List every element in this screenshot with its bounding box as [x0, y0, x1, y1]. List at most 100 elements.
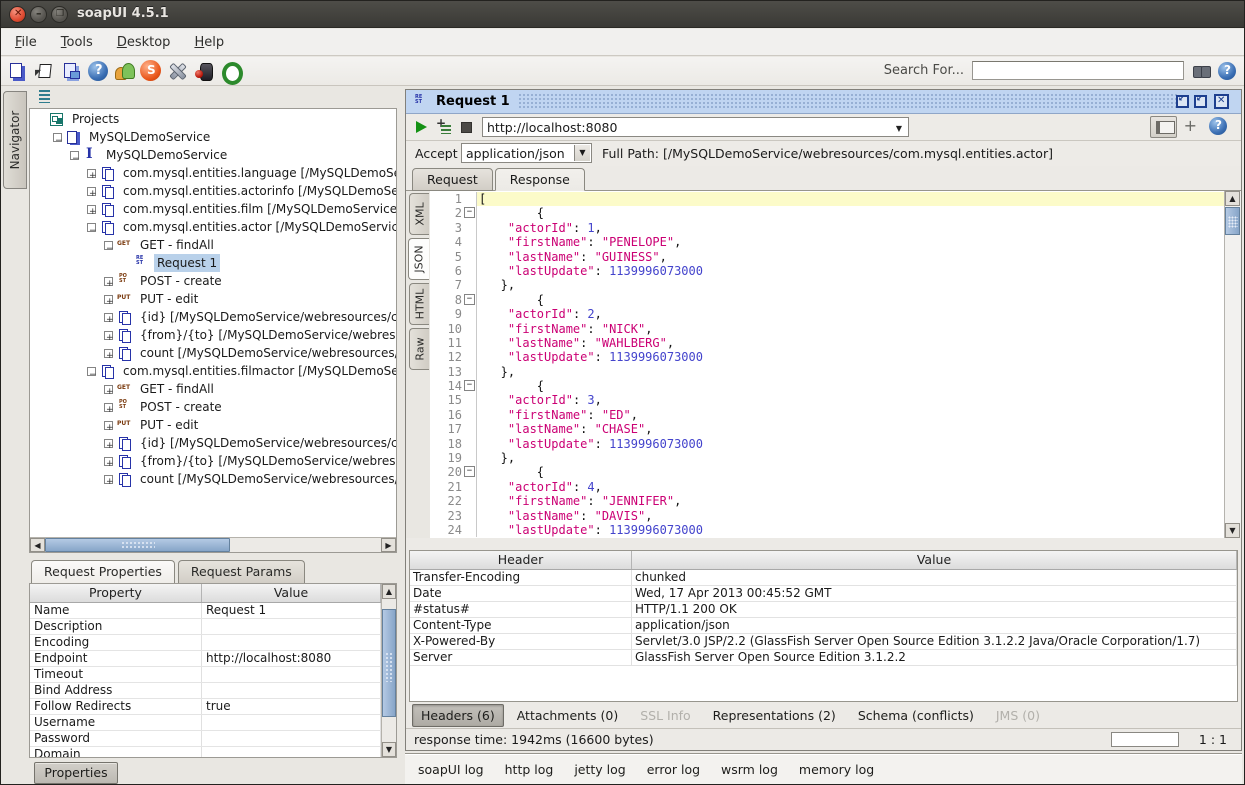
table-row[interactable]: Description [30, 619, 381, 635]
scroll-down-icon[interactable]: ▼ [382, 742, 396, 757]
table-row[interactable]: Password [30, 731, 381, 747]
tab-response[interactable]: Response [495, 168, 585, 191]
table-row[interactable]: Encoding [30, 635, 381, 651]
tab-request-properties[interactable]: Request Properties [31, 560, 175, 583]
accept-combobox[interactable]: application/json ▼ [461, 143, 592, 163]
code-line[interactable]: 12 "lastUpdate": 1139996073000 [430, 350, 1224, 364]
submit-request-icon[interactable] [416, 121, 427, 133]
soapui-icon[interactable] [140, 60, 161, 81]
tree-row[interactable]: com.mysql.entities.language [/MySQLDemoS… [30, 164, 396, 182]
help-icon[interactable] [1209, 117, 1227, 135]
view-tab-json[interactable]: JSON [408, 238, 429, 280]
code-line[interactable]: 4 "firstName": "PENELOPE", [430, 235, 1224, 249]
navigator-tab[interactable]: Navigator [3, 91, 27, 189]
table-row[interactable]: DateWed, 17 Apr 2013 00:45:52 GMT [410, 586, 1237, 602]
collapse-icon[interactable] [87, 223, 96, 232]
tree-row[interactable]: MySQLDemoService [30, 128, 396, 146]
tree-node-label[interactable]: {id} [/MySQLDemoService/webresources/co [137, 308, 396, 326]
chevron-down-icon[interactable]: ▼ [574, 145, 590, 161]
code-line[interactable]: 18 "lastUpdate": 1139996073000 [430, 437, 1224, 451]
view-tab-xml[interactable]: XML [409, 193, 429, 235]
help-icon[interactable] [88, 61, 108, 81]
tab-attachments-0-[interactable]: Attachments (0) [508, 704, 627, 727]
tree-node-label[interactable]: Request 1 [154, 254, 220, 272]
tree-row[interactable]: com.mysql.entities.actorinfo [/MySQLDemo… [30, 182, 396, 200]
scroll-left-icon[interactable]: ◀ [30, 538, 45, 552]
tree-node-label[interactable]: com.mysql.entities.language [/MySQLDemoS… [120, 164, 396, 182]
code-line[interactable]: 14 { [430, 379, 1224, 393]
log-tab-memory-log[interactable]: memory log [799, 762, 874, 777]
tab-representations-2-[interactable]: Representations (2) [704, 704, 845, 727]
scrollbar-thumb[interactable] [1225, 207, 1240, 235]
code-line[interactable]: 11 "lastName": "WAHLBERG", [430, 336, 1224, 350]
table-row[interactable]: Content-Typeapplication/json [410, 618, 1237, 634]
code-line[interactable]: 13 }, [430, 365, 1224, 379]
code-line[interactable]: 17 "lastName": "CHASE", [430, 422, 1224, 436]
maximize-button[interactable] [51, 6, 68, 23]
expand-icon[interactable] [104, 295, 113, 304]
view-tab-html[interactable]: HTML [409, 283, 429, 325]
table-row[interactable]: Follow Redirectstrue [30, 699, 381, 715]
scrollbar-thumb[interactable] [45, 538, 230, 552]
properties-vertical-scrollbar[interactable]: ▲ ▼ [381, 584, 396, 757]
splitter[interactable] [406, 538, 1241, 550]
expand-icon[interactable] [104, 331, 113, 340]
log-tab-http-log[interactable]: http log [505, 762, 554, 777]
table-row[interactable]: NameRequest 1 [30, 603, 381, 619]
forum-icon[interactable] [113, 60, 135, 82]
endpoint-combobox[interactable]: http://localhost:8080 ▼ [482, 117, 909, 137]
code-line[interactable]: 1[ [430, 192, 1224, 206]
editor-vertical-scrollbar[interactable]: ▲ ▼ [1224, 191, 1241, 538]
tree-row[interactable]: com.mysql.entities.filmactor [/MySQLDemo… [30, 362, 396, 380]
property-value-cell[interactable]: Request 1 [202, 603, 381, 618]
fold-icon[interactable] [462, 206, 477, 220]
tree-node-label[interactable]: Projects [69, 110, 122, 128]
property-value-cell[interactable] [202, 731, 381, 746]
log-tab-jetty-log[interactable]: jetty log [574, 762, 625, 777]
scroll-up-icon[interactable]: ▲ [382, 584, 396, 599]
menu-item-help[interactable]: Help [190, 34, 228, 51]
expand-icon[interactable] [104, 475, 113, 484]
fold-icon[interactable] [462, 293, 477, 307]
tab-request[interactable]: Request [412, 168, 493, 191]
tree-node-label[interactable]: POST - create [137, 398, 225, 416]
code-line[interactable]: 16 "firstName": "ED", [430, 408, 1224, 422]
tree-node-label[interactable]: {from}/{to} [/MySQLDemoService/webreso [137, 326, 396, 344]
code-line[interactable]: 5 "lastName": "GUINESS", [430, 250, 1224, 264]
tree-row[interactable]: {from}/{to} [/MySQLDemoService/webreso [30, 452, 396, 470]
code-line[interactable]: 23 "lastName": "DAVIS", [430, 509, 1224, 523]
tree-node-label[interactable]: com.mysql.entities.actorinfo [/MySQLDemo… [120, 182, 396, 200]
expand-icon[interactable] [104, 457, 113, 466]
properties-toggle-button[interactable]: Properties [34, 762, 118, 784]
expand-icon[interactable] [87, 187, 96, 196]
menu-item-tools[interactable]: Tools [57, 34, 97, 51]
expand-icon[interactable] [104, 403, 113, 412]
tree-node-label[interactable]: count [/MySQLDemoService/webresources/ [137, 470, 396, 488]
tree-row[interactable]: com.mysql.entities.film [/MySQLDemoServi… [30, 200, 396, 218]
search-input[interactable] [972, 61, 1184, 80]
table-row[interactable]: Endpointhttp://localhost:8080 [30, 651, 381, 667]
tree-row[interactable]: count [/MySQLDemoService/webresources/ [30, 344, 396, 362]
table-row[interactable]: Bind Address [30, 683, 381, 699]
chevron-down-icon[interactable]: ▼ [896, 124, 902, 133]
tree-node-label[interactable]: GET - findAll [137, 380, 217, 398]
log-tab-wsrm-log[interactable]: wsrm log [721, 762, 778, 777]
code-line[interactable]: 9 "actorId": 2, [430, 307, 1224, 321]
tree-row[interactable]: {id} [/MySQLDemoService/webresources/co [30, 434, 396, 452]
fold-icon[interactable] [462, 379, 477, 393]
code-line[interactable]: 22 "firstName": "JENNIFER", [430, 494, 1224, 508]
expand-icon[interactable] [104, 349, 113, 358]
expand-icon[interactable] [104, 439, 113, 448]
table-row[interactable]: Domain [30, 747, 381, 758]
table-row[interactable]: Transfer-Encodingchunked [410, 570, 1237, 586]
close-button[interactable] [9, 6, 26, 23]
table-row[interactable]: #status#HTTP/1.1 200 OK [410, 602, 1237, 618]
expand-icon[interactable] [87, 169, 96, 178]
expand-icon[interactable] [104, 385, 113, 394]
collapse-icon[interactable] [70, 151, 79, 160]
property-value-cell[interactable] [202, 667, 381, 682]
tree-node-label[interactable]: com.mysql.entities.actor [/MySQLDemoServ… [120, 218, 396, 236]
log-tab-soapui-log[interactable]: soapUI log [418, 762, 484, 777]
property-value-cell[interactable] [202, 635, 381, 650]
tree-row[interactable]: count [/MySQLDemoService/webresources/ [30, 470, 396, 488]
